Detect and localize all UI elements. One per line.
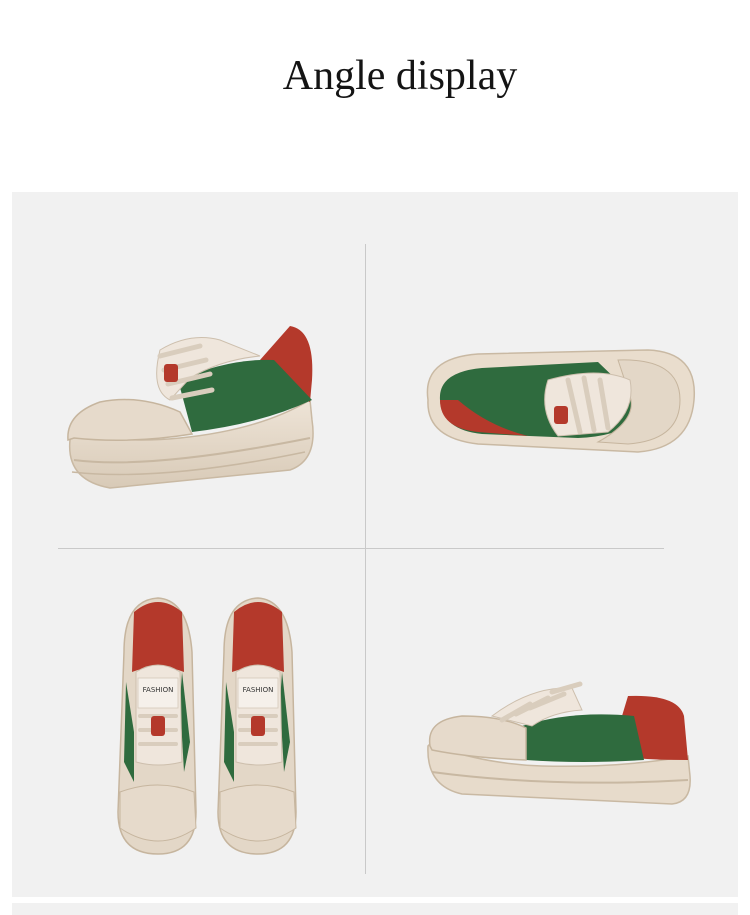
shoe-toe-cap	[67, 398, 194, 442]
fashion-tag-label: FASHION	[143, 686, 174, 694]
bottom-panel-strip	[12, 903, 738, 915]
page-title: Angle display	[282, 53, 518, 99]
svg-text:FASHION: FASHION	[243, 686, 274, 694]
right-shoe: FASHION	[217, 597, 297, 855]
shoe-view-top-inverted	[426, 349, 696, 453]
shoe-view-side-profile	[427, 681, 691, 805]
shoe-view-front-pair: FASHION FASHION	[117, 597, 297, 855]
shoe-view-three-quarter	[67, 326, 314, 489]
horizontal-divider	[58, 548, 664, 549]
vertical-divider	[365, 244, 366, 874]
shoe-side-suede	[522, 714, 644, 762]
left-shoe: FASHION	[117, 597, 197, 855]
